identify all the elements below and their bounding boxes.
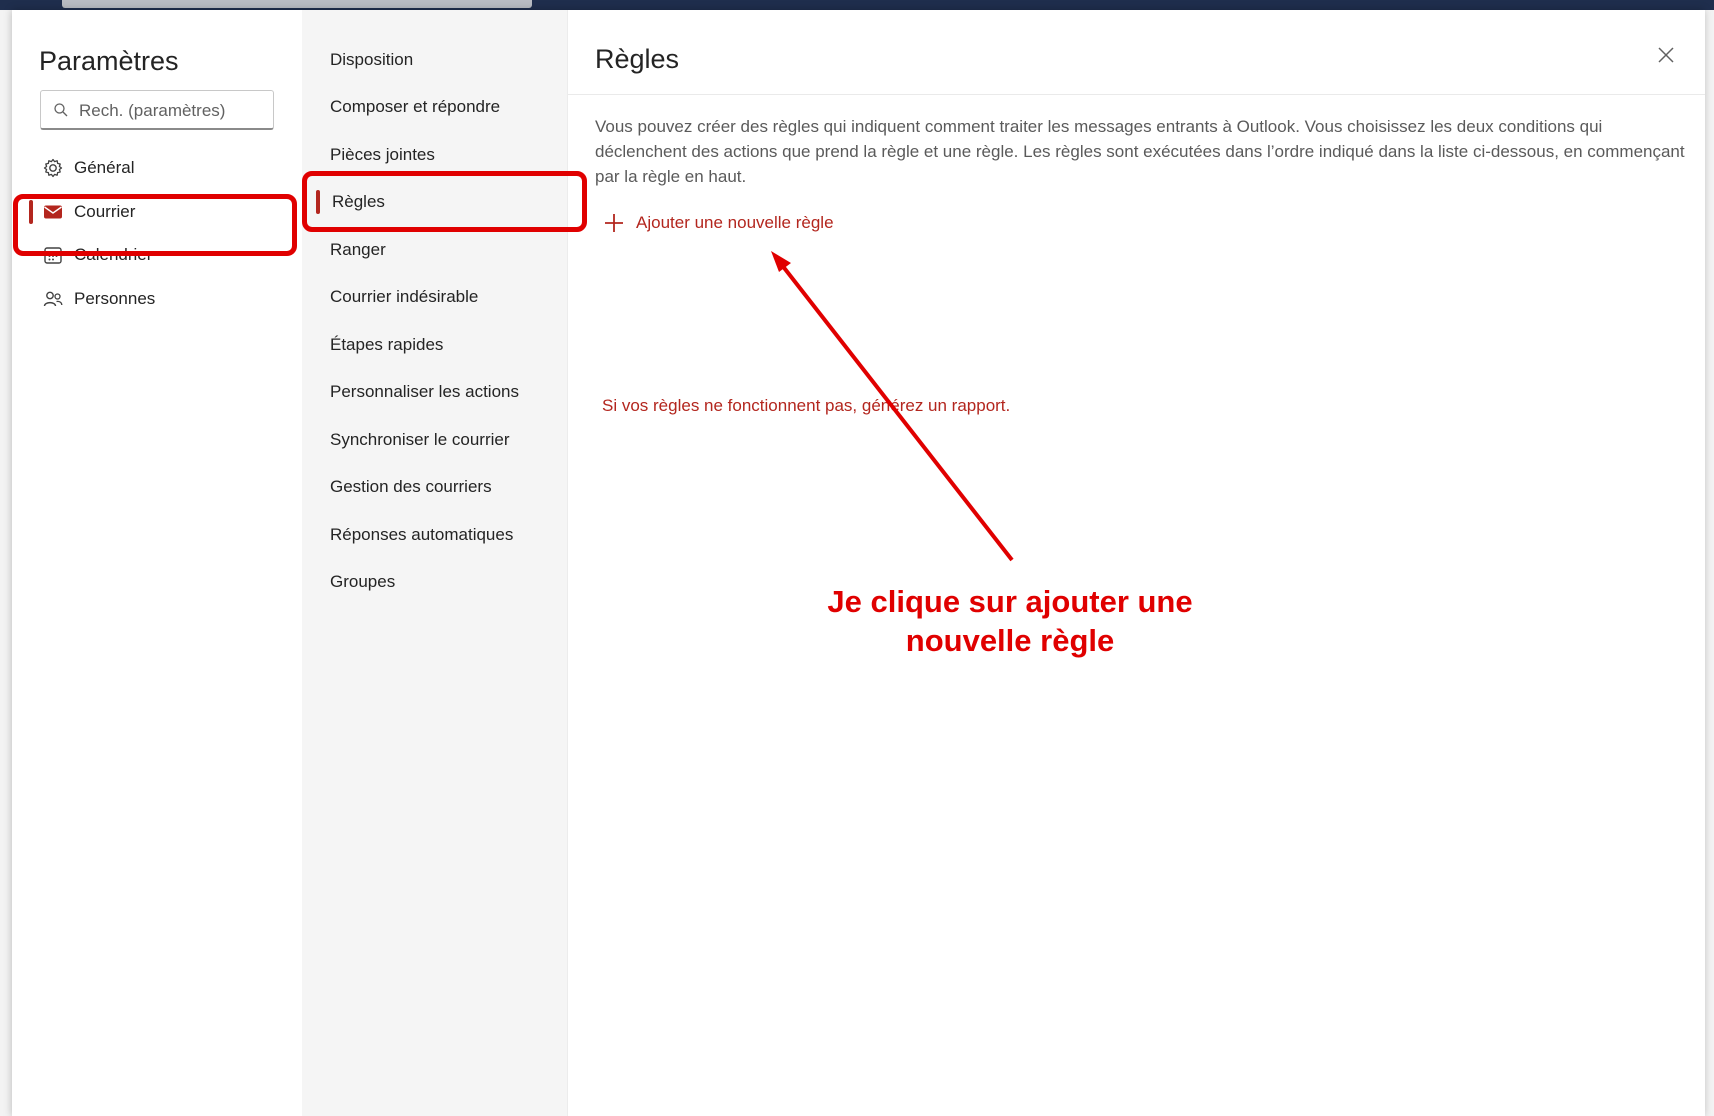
submenu-item-groups[interactable]: Groupes — [330, 567, 395, 597]
annotation-line-2: nouvelle règle — [905, 623, 1115, 658]
background-app-edge-left — [0, 10, 12, 1116]
add-new-rule-button[interactable]: Ajouter une nouvelle règle — [602, 208, 834, 238]
submenu-item-mail-handling[interactable]: Gestion des courriers — [330, 472, 492, 502]
close-button[interactable] — [1651, 40, 1681, 70]
submenu-item-compose[interactable]: Composer et répondre — [330, 92, 500, 122]
settings-title: Paramètres — [39, 46, 179, 76]
submenu-item-customize-actions[interactable]: Personnaliser les actions — [330, 377, 519, 407]
annotation-text: Je clique sur ajouter une nouvelle règle — [620, 582, 1400, 660]
window-top-strip — [0, 0, 1714, 10]
submenu-item-quick-steps[interactable]: Étapes rapides — [330, 330, 443, 360]
generate-report-link[interactable]: Si vos règles ne fonctionnent pas, génér… — [602, 396, 1010, 416]
submenu-item-attachments[interactable]: Pièces jointes — [330, 140, 435, 170]
submenu-item-sync[interactable]: Synchroniser le courrier — [330, 425, 510, 455]
plus-icon — [605, 214, 623, 232]
settings-categories-pane: Paramètres Général — [12, 10, 302, 1116]
submenu-item-disposition[interactable]: Disposition — [330, 45, 413, 75]
submenu-item-auto-replies[interactable]: Réponses automatiques — [330, 520, 513, 550]
category-label: Général — [74, 158, 135, 177]
search-input[interactable] — [77, 97, 271, 125]
annotation-line-1: Je clique sur ajouter une — [827, 584, 1193, 619]
category-general[interactable]: Général — [42, 148, 282, 188]
page-title: Règles — [595, 44, 680, 74]
search-icon — [54, 103, 68, 117]
category-people[interactable]: Personnes — [42, 279, 282, 319]
rules-description: Vous pouvez créer des règles qui indique… — [595, 117, 1685, 186]
gear-icon — [42, 157, 64, 179]
people-icon — [42, 288, 64, 310]
settings-search-box[interactable] — [40, 90, 274, 130]
rules-content-pane: Règles Vous pouvez créer des règles qui … — [567, 10, 1705, 1116]
submenu-item-junk[interactable]: Courrier indésirable — [330, 282, 478, 312]
submenu-item-sweep[interactable]: Ranger — [330, 235, 386, 265]
add-new-rule-label: Ajouter une nouvelle règle — [636, 213, 834, 232]
highlight-box-regles — [302, 171, 587, 232]
browser-tab-strip — [62, 0, 532, 8]
highlight-box-courrier — [13, 194, 297, 256]
close-icon — [1658, 47, 1674, 63]
header-divider — [568, 94, 1705, 95]
category-label: Personnes — [74, 289, 156, 308]
